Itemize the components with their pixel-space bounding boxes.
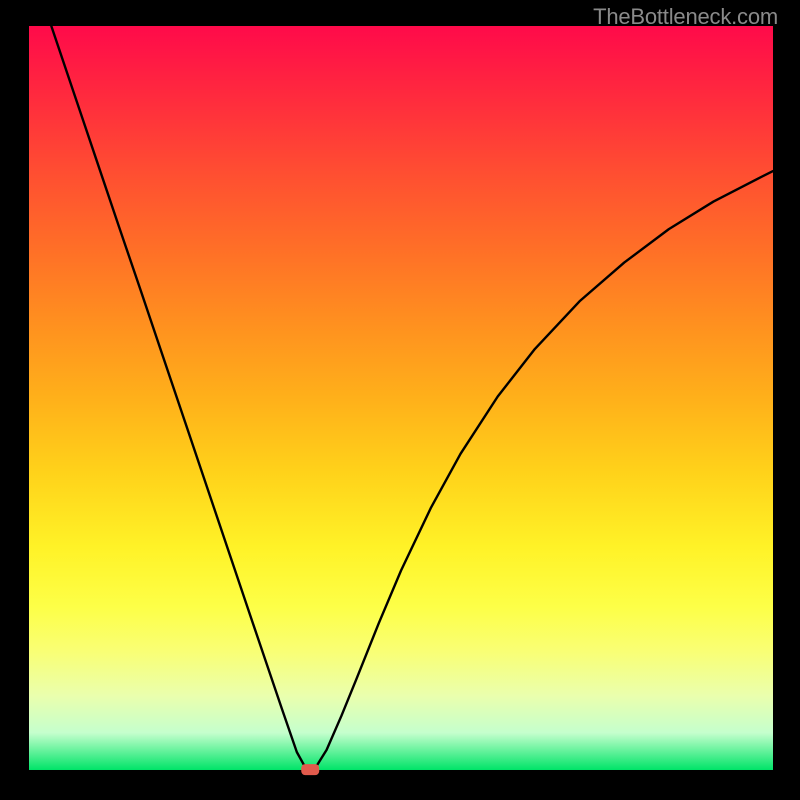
watermark-text: TheBottleneck.com bbox=[593, 4, 778, 30]
chart-curve-layer bbox=[29, 26, 773, 770]
chart-curve bbox=[51, 26, 773, 769]
chart-marker bbox=[301, 764, 319, 775]
